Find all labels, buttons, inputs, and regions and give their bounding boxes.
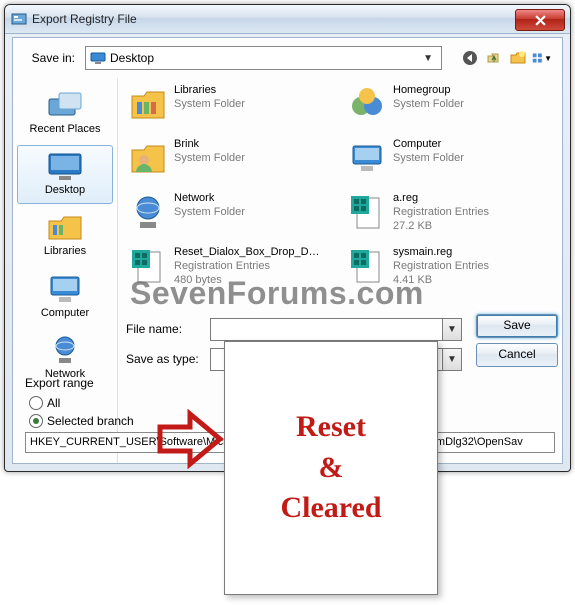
up-button[interactable] [484, 48, 504, 68]
file-item[interactable]: HomegroupSystem Folder [345, 82, 554, 132]
place-recent[interactable]: Recent Places [17, 84, 113, 143]
filename-dropdown-popup[interactable]: Reset & Cleared [224, 341, 438, 595]
back-icon [462, 50, 478, 66]
titlebar[interactable]: Export Registry File [5, 5, 570, 34]
file-item[interactable]: a.regRegistration Entries27.2 KB [345, 190, 554, 240]
new-folder-icon [510, 50, 526, 66]
close-icon [535, 15, 546, 26]
filename-combo[interactable]: ▼ [210, 318, 462, 341]
views-icon [532, 50, 544, 66]
annotation-text: Reset & Cleared [280, 407, 381, 529]
back-button[interactable] [460, 48, 480, 68]
place-desktop[interactable]: Desktop [17, 145, 113, 204]
libraries-icon [45, 211, 85, 243]
file-item[interactable]: BrinkSystem Folder [126, 136, 335, 186]
save-in-row: Save in: Desktop ▼ ▼ [13, 38, 562, 74]
chevron-down-icon: ▼ [419, 53, 437, 64]
user-folder-icon [128, 138, 168, 178]
reg-file-icon [128, 246, 168, 286]
radio-icon [29, 414, 43, 428]
place-computer[interactable]: Computer [17, 268, 113, 327]
save-button[interactable]: Save [476, 314, 558, 338]
reg-file-icon [347, 246, 387, 286]
regedit-icon [11, 11, 27, 27]
close-button[interactable] [515, 9, 565, 31]
chevron-down-icon[interactable]: ▼ [442, 319, 461, 340]
desktop-icon [90, 50, 106, 66]
file-list[interactable]: LibrariesSystem Folder HomegroupSystem F… [126, 82, 554, 302]
recent-places-icon [45, 89, 85, 121]
cancel-button[interactable]: Cancel [476, 343, 558, 367]
reg-file-icon [347, 192, 387, 232]
nav-toolbar: ▼ [460, 48, 552, 68]
annotation-arrow-icon [155, 409, 225, 469]
save-in-combo[interactable]: Desktop ▼ [85, 46, 442, 70]
radio-label: All [47, 396, 60, 410]
computer-icon [45, 273, 85, 305]
network-icon [45, 334, 85, 366]
place-libraries[interactable]: Libraries [17, 206, 113, 265]
save-in-label: Save in: [23, 51, 75, 65]
place-label: Computer [20, 307, 110, 320]
filename-label: File name: [126, 322, 202, 336]
libraries-folder-icon [128, 84, 168, 124]
network-folder-icon [128, 192, 168, 232]
views-button[interactable]: ▼ [532, 48, 552, 68]
filename-row: File name: ▼ [126, 316, 462, 342]
file-item[interactable]: sysmain.regRegistration Entries4.41 KB [345, 244, 554, 294]
desktop-icon [45, 150, 85, 182]
file-item[interactable]: ComputerSystem Folder [345, 136, 554, 186]
save-in-value: Desktop [110, 51, 154, 65]
homegroup-icon [347, 84, 387, 124]
computer-folder-icon [347, 138, 387, 178]
new-folder-button[interactable] [508, 48, 528, 68]
saveastype-label: Save as type: [126, 352, 202, 366]
radio-label: Selected branch [47, 414, 134, 428]
radio-icon [29, 396, 43, 410]
place-label: Libraries [20, 245, 110, 258]
file-item[interactable]: LibrariesSystem Folder [126, 82, 335, 132]
place-label: Recent Places [20, 123, 110, 136]
place-label: Desktop [20, 184, 110, 197]
window-title: Export Registry File [32, 12, 515, 26]
up-icon [486, 50, 502, 66]
file-item[interactable]: Reset_Dialox_Box_Drop_Dow...Registration… [126, 244, 335, 294]
file-item[interactable]: NetworkSystem Folder [126, 190, 335, 240]
chevron-down-icon[interactable]: ▼ [442, 349, 461, 370]
